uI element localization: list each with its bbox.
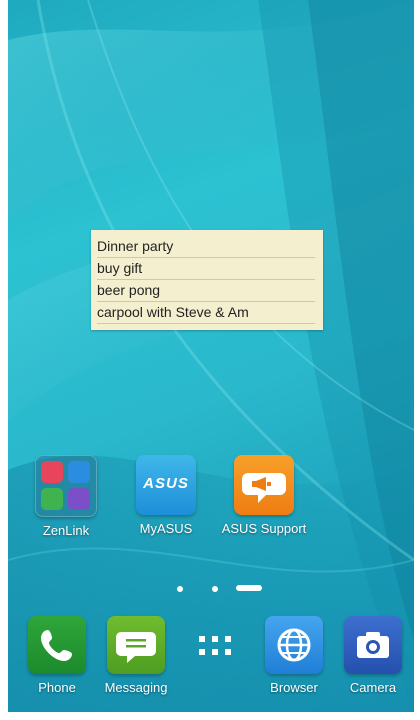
app-label: Phone	[38, 680, 76, 695]
app-label: MyASUS	[139, 521, 193, 536]
memo-line[interactable]: buy gift	[97, 258, 315, 280]
dock-all-apps[interactable]	[170, 616, 260, 674]
page-indicator-dot[interactable]	[177, 586, 183, 592]
asus-logo: ASUS	[143, 475, 189, 492]
asus-support-icon[interactable]	[234, 455, 294, 515]
zenlink-folder-icon[interactable]	[35, 455, 97, 517]
camera-glyph-icon	[357, 632, 389, 658]
dock-camera[interactable]: Camera	[328, 616, 414, 695]
app-label: Browser	[270, 680, 318, 695]
page-indicator-dot[interactable]	[212, 586, 218, 592]
memo-line[interactable]: Dinner party	[97, 236, 315, 258]
home-screen: Dinner party buy gift beer pong carpool …	[8, 0, 414, 712]
phone-icon[interactable]	[28, 616, 86, 674]
app-label: ZenLink	[42, 523, 90, 538]
memo-widget[interactable]: Dinner party buy gift beer pong carpool …	[91, 230, 323, 330]
chat-bubble-icon	[116, 632, 156, 663]
zenlink-app-2-icon	[68, 461, 90, 483]
app-label: ASUS Support	[221, 521, 307, 536]
globe-glyph-icon	[277, 628, 311, 662]
zenlink-app-1-icon	[41, 461, 63, 483]
globe-icon[interactable]	[265, 616, 323, 674]
memo-line[interactable]: beer pong	[97, 280, 315, 302]
app-asus-support[interactable]: ASUS Support	[219, 455, 309, 536]
app-label: Camera	[349, 680, 397, 695]
memo-line[interactable]: carpool with Steve & Am	[97, 302, 315, 324]
handset-icon	[41, 630, 72, 661]
app-label: Messaging	[104, 680, 168, 695]
all-apps-icon[interactable]	[186, 616, 244, 674]
dock-phone[interactable]: Phone	[12, 616, 102, 695]
megaphone-icon	[242, 473, 286, 503]
page-indicator-current[interactable]	[236, 585, 262, 591]
zenlink-app-3-icon	[41, 488, 63, 510]
app-myasus[interactable]: ASUS MyASUS	[121, 455, 211, 536]
app-zenlink[interactable]: ZenLink	[21, 455, 111, 538]
dock-browser[interactable]: Browser	[249, 616, 339, 695]
camera-icon[interactable]	[344, 616, 402, 674]
myasus-icon[interactable]: ASUS	[136, 455, 196, 515]
zenlink-app-4-icon	[68, 488, 90, 510]
messaging-icon[interactable]	[107, 616, 165, 674]
wallpaper	[8, 0, 414, 712]
grid-icon	[199, 636, 231, 655]
dock-messaging[interactable]: Messaging	[91, 616, 181, 695]
